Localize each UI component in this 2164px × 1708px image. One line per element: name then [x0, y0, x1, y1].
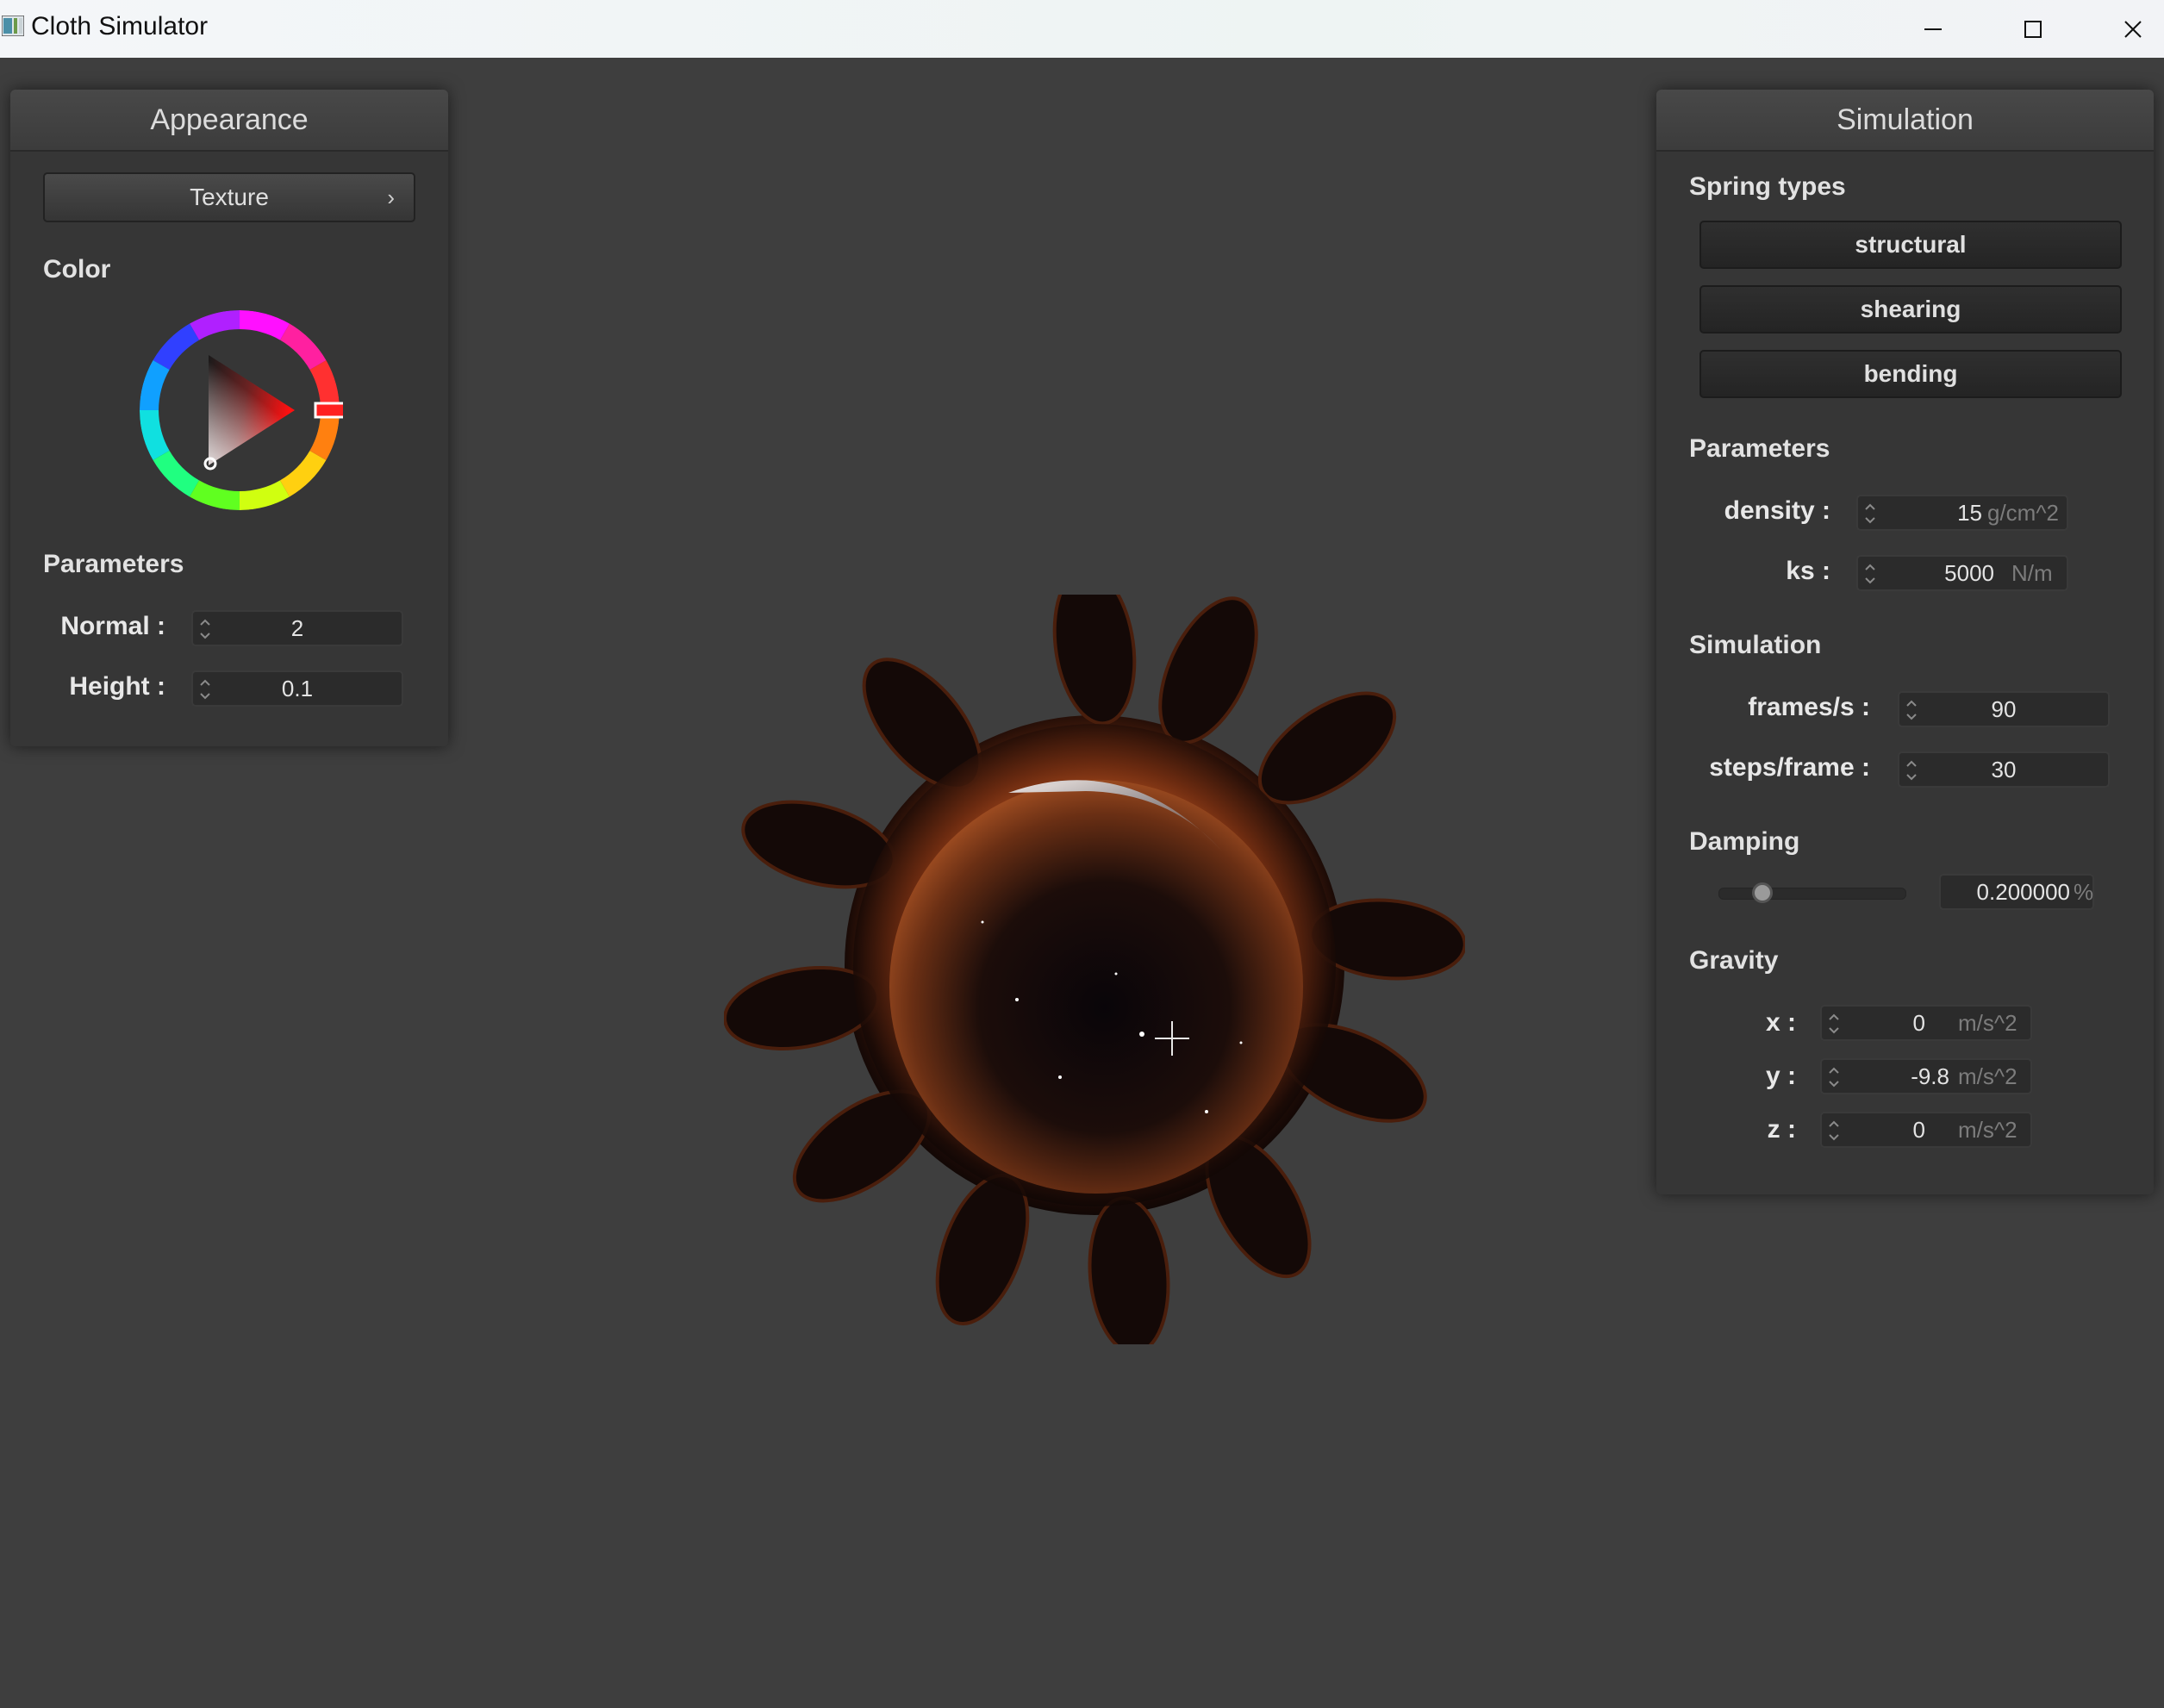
spin-arrows-icon[interactable]	[1827, 1115, 1841, 1146]
height-label: Height :	[69, 672, 165, 701]
appearance-parameters-label: Parameters	[43, 550, 184, 578]
spring-types-label: Spring types	[1689, 172, 1846, 201]
chevron-right-icon: ›	[387, 184, 395, 210]
gravity-x-spinbox[interactable]: 0 m/s^2	[1820, 1005, 2032, 1041]
gravity-z-label: z :	[1767, 1115, 1796, 1144]
texture-button-label: Texture	[190, 184, 269, 210]
color-section-label: Color	[43, 255, 111, 284]
maximize-icon	[2024, 20, 2042, 38]
damping-slider-track[interactable]	[1718, 888, 1906, 900]
hue-handle[interactable]	[314, 402, 343, 419]
spin-arrows-icon[interactable]	[1827, 1062, 1841, 1093]
maximize-button[interactable]	[1985, 0, 2081, 58]
appearance-panel: Appearance Texture › Color Parameters No…	[10, 90, 448, 746]
gravity-z-value: 0	[1912, 1117, 1925, 1143]
cloth-mesh	[724, 595, 1465, 1344]
spin-arrows-icon[interactable]	[1863, 498, 1877, 529]
gravity-y-label: y :	[1765, 1062, 1796, 1090]
normal-label: Normal :	[60, 612, 165, 640]
simulation-panel: Simulation Spring types structural shear…	[1656, 90, 2154, 1194]
gravity-x-label: x :	[1765, 1008, 1796, 1037]
texture-button[interactable]: Texture ›	[43, 172, 415, 222]
title-bar: Cloth Simulator	[0, 0, 2164, 58]
gravity-z-unit: m/s^2	[1958, 1117, 2017, 1143]
damping-unit: %	[2074, 879, 2094, 905]
gravity-y-spinbox[interactable]: -9.8 m/s^2	[1820, 1058, 2032, 1094]
ks-spinbox[interactable]: 5000 N/m	[1856, 555, 2068, 591]
steps-value: 30	[1991, 757, 2017, 782]
density-value: 15	[1957, 500, 1982, 526]
damping-value: 0.200000	[1976, 879, 2070, 905]
gravity-x-value: 0	[1912, 1010, 1925, 1036]
damping-value-box[interactable]: 0.200000 %	[1939, 874, 2094, 910]
density-unit: g/cm^2	[1987, 500, 2060, 526]
normal-spinbox[interactable]: 2	[191, 610, 403, 646]
gravity-x-unit: m/s^2	[1958, 1010, 2017, 1036]
simulation-panel-header[interactable]: Simulation	[1656, 90, 2154, 152]
gravity-y-unit: m/s^2	[1958, 1063, 2017, 1089]
density-spinbox[interactable]: 15 g/cm^2	[1856, 495, 2068, 531]
steps-spinbox[interactable]: 30	[1898, 751, 2110, 788]
ks-label: ks :	[1786, 557, 1830, 585]
damping-slider-knob[interactable]	[1751, 882, 1773, 903]
structural-button[interactable]: structural	[1699, 221, 2122, 269]
minimize-icon	[1924, 28, 1942, 30]
steps-label: steps/frame :	[1709, 753, 1870, 782]
simulation-section-label: Simulation	[1689, 631, 1822, 659]
gravity-y-value: -9.8	[1911, 1063, 1949, 1089]
app-icon	[2, 16, 24, 36]
density-label: density :	[1724, 496, 1830, 525]
spin-arrows-icon[interactable]	[1863, 558, 1877, 589]
spin-arrows-icon[interactable]	[1827, 1008, 1841, 1039]
color-wheel[interactable]	[136, 307, 343, 514]
gravity-label: Gravity	[1689, 946, 1779, 975]
ks-unit: N/m	[2011, 560, 2053, 586]
height-value: 0.1	[281, 676, 314, 701]
height-spinbox[interactable]: 0.1	[191, 670, 403, 707]
shearing-button[interactable]: shearing	[1699, 285, 2122, 333]
close-icon	[2124, 20, 2142, 38]
simulation-viewport[interactable]	[724, 595, 1465, 1344]
ks-value: 5000	[1944, 560, 1994, 586]
close-button[interactable]	[2085, 0, 2164, 58]
frames-value: 90	[1991, 696, 2017, 722]
bending-button[interactable]: bending	[1699, 350, 2122, 398]
frames-spinbox[interactable]: 90	[1898, 691, 2110, 727]
damping-label: Damping	[1689, 827, 1800, 856]
frames-label: frames/s :	[1748, 693, 1870, 721]
gravity-z-spinbox[interactable]: 0 m/s^2	[1820, 1112, 2032, 1148]
appearance-panel-header[interactable]: Appearance	[10, 90, 448, 152]
minimize-button[interactable]	[1885, 0, 1981, 58]
simulation-parameters-label: Parameters	[1689, 434, 1830, 463]
normal-value: 2	[290, 615, 304, 641]
window-title: Cloth Simulator	[31, 12, 209, 41]
